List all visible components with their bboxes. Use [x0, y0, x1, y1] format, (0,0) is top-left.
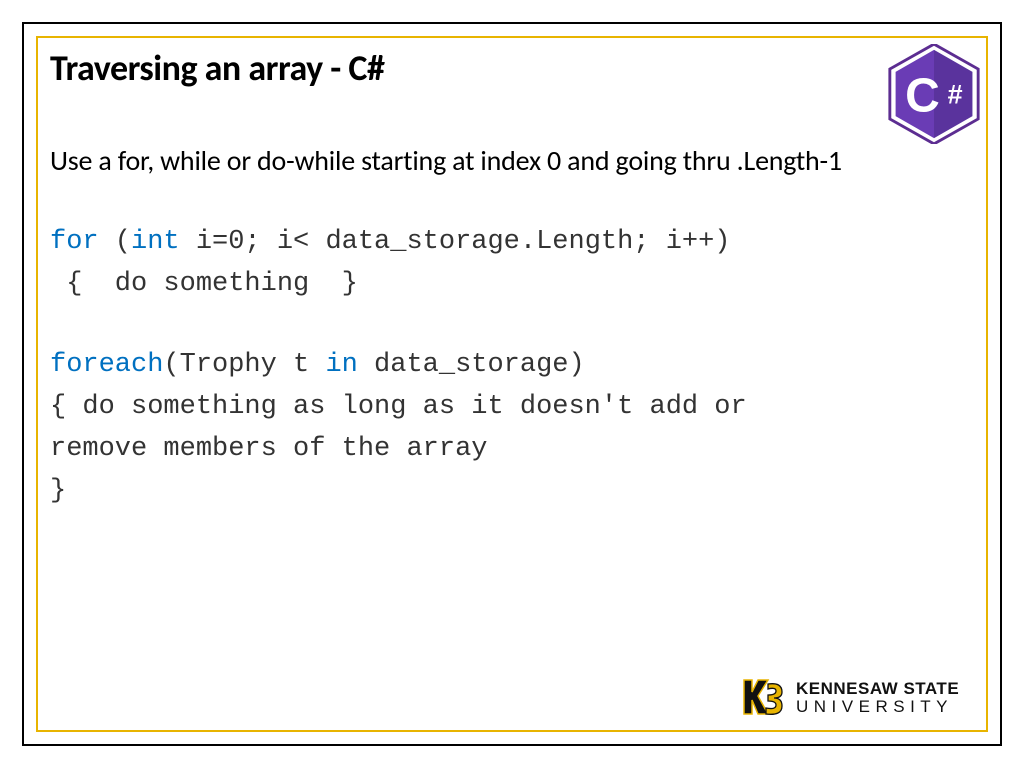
ksu-line1: KENNESAW STATE — [796, 680, 959, 697]
ksu-line2: UNIVERSITY — [796, 698, 959, 715]
code-text: data_storage) — [358, 350, 585, 380]
code-text: { do something as long as it doesn't add… — [50, 387, 974, 429]
keyword-for: for — [50, 227, 99, 257]
keyword-in: in — [325, 350, 357, 380]
code-example-foreach: foreach(Trophy t in data_storage) { do s… — [50, 345, 974, 512]
code-text: } — [50, 471, 974, 513]
keyword-int: int — [131, 227, 180, 257]
kennesaw-state-logo: KENNESAW STATE UNIVERSITY — [738, 670, 978, 724]
ksu-text: KENNESAW STATE UNIVERSITY — [796, 680, 959, 715]
code-text: remove members of the array — [50, 429, 974, 471]
csharp-logo-icon: C # — [886, 44, 982, 144]
slide-subtitle: Use a for, while or do-while starting at… — [50, 142, 974, 180]
slide-title: Traversing an array - C# — [50, 46, 974, 90]
csharp-hash: # — [948, 80, 963, 110]
code-text: ( — [99, 227, 131, 257]
ksu-mark-icon — [738, 672, 788, 722]
code-text: (Trophy t — [163, 350, 325, 380]
keyword-foreach: foreach — [50, 350, 163, 380]
code-text: i=0; i< data_storage.Length; i++) — [180, 227, 731, 257]
code-text: { do something } — [50, 269, 358, 299]
csharp-c-letter: C — [905, 69, 940, 122]
code-example-for: for (int i=0; i< data_storage.Length; i+… — [50, 222, 974, 306]
slide-content: Traversing an array - C# Use a for, whil… — [50, 46, 974, 513]
